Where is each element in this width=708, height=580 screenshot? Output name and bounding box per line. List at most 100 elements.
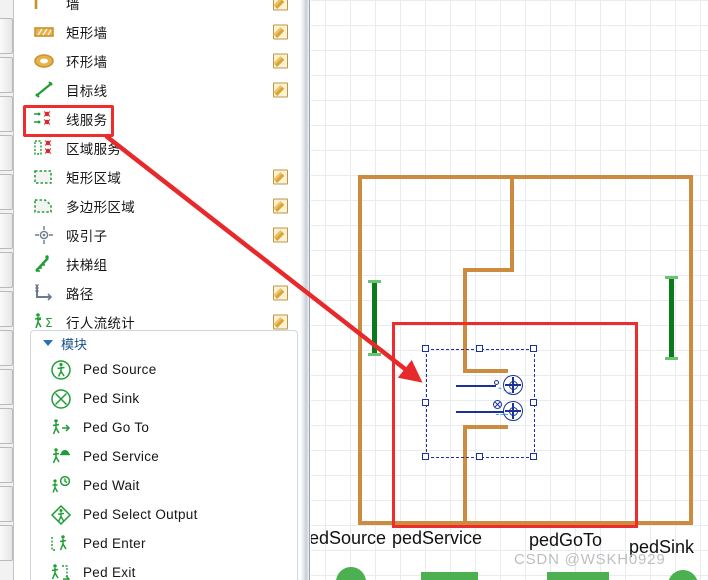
module-shape[interactable] [547, 572, 609, 580]
palette-item-2[interactable]: 环形墙 [14, 46, 300, 75]
module-item-label: Ped Exit [83, 565, 136, 580]
palette-item-4[interactable]: 线服务 [14, 104, 300, 137]
edit-pencil-icon[interactable] [273, 285, 288, 300]
module-shape[interactable] [336, 567, 366, 580]
line-service-icon [32, 108, 58, 130]
service-node-icon[interactable] [503, 401, 523, 421]
module-item-6[interactable]: Ped Enter [31, 529, 297, 558]
module-item-label: Ped Select Output [83, 507, 198, 522]
vertical-tab[interactable] [0, 174, 13, 210]
edit-pencil-icon[interactable] [273, 24, 288, 39]
edit-pencil-icon[interactable] [273, 169, 288, 184]
vertical-tab[interactable] [0, 330, 13, 366]
svg-text:Σ: Σ [45, 316, 53, 330]
vertical-tab[interactable] [0, 18, 13, 54]
module-shape[interactable] [421, 572, 478, 580]
module-item-0[interactable]: Ped Source [31, 355, 297, 384]
polygon-area-icon [32, 195, 58, 217]
wall-segment[interactable] [358, 175, 693, 179]
palette-item-label: 多边形区域 [66, 199, 135, 216]
resize-handle[interactable] [422, 453, 429, 460]
attractor-icon [32, 224, 58, 246]
resize-handle[interactable] [530, 345, 537, 352]
edit-pencil-icon[interactable] [273, 227, 288, 242]
edit-pencil-icon[interactable] [273, 198, 288, 213]
vertical-tab[interactable] [0, 57, 13, 93]
palette-item-label: 环形墙 [66, 54, 108, 71]
vertical-tab[interactable] [0, 525, 13, 561]
service-node-icon[interactable] [503, 375, 523, 395]
area-service-icon [32, 137, 58, 159]
canvas-content: edSource pedService pedGoTo pedSink CSDN… [311, 0, 708, 580]
module-item-2[interactable]: Ped Go To [31, 413, 297, 442]
edit-pencil-icon[interactable] [273, 314, 288, 329]
resize-handle[interactable] [530, 453, 537, 460]
module-group-box: 模块 Ped Source Ped Sink Ped Go To Ped Servic… [30, 330, 298, 580]
module-item-label: Ped Wait [83, 478, 140, 493]
ped-sink-icon [49, 388, 75, 410]
target-line[interactable] [368, 280, 381, 356]
resize-handle[interactable] [422, 345, 429, 352]
module-item-1[interactable]: Ped Sink [31, 384, 297, 413]
module-item-label: Ped Sink [83, 391, 140, 406]
vertical-tab[interactable] [0, 369, 13, 405]
service-exit-icon [493, 400, 502, 409]
ped-service-icon [49, 446, 75, 468]
vertical-tab[interactable] [0, 447, 13, 483]
resize-handle[interactable] [530, 399, 537, 406]
canvas-label: pedGoTo [529, 530, 603, 550]
left-tab-strip [0, 0, 14, 580]
vertical-tab[interactable] [0, 213, 13, 249]
palette-item-8[interactable]: 吸引子 [14, 220, 300, 249]
chevron-down-icon [43, 340, 53, 346]
service-connector [456, 411, 504, 413]
vertical-tab[interactable] [0, 135, 13, 171]
panel-splitter[interactable] [300, 0, 310, 580]
palette-item-6[interactable]: 矩形区域 [14, 162, 300, 191]
vertical-tab[interactable] [0, 486, 13, 522]
wall-icon [32, 0, 58, 14]
module-shape[interactable] [668, 570, 698, 580]
module-item-7[interactable]: Ped Exit [31, 558, 297, 580]
ped-source-icon [49, 359, 75, 381]
palette-item-5[interactable]: 区域服务 [14, 133, 300, 162]
resize-handle[interactable] [476, 345, 483, 352]
edit-pencil-icon[interactable] [273, 53, 288, 68]
vertical-tab[interactable] [0, 252, 13, 288]
module-item-list: Ped Source Ped Sink Ped Go To Ped Service Pe… [31, 355, 297, 580]
palette-item-9[interactable]: 扶梯组 [14, 249, 300, 278]
model-canvas[interactable]: edSource pedService pedGoTo pedSink CSDN… [311, 0, 708, 580]
palette-item-label: 路径 [66, 286, 94, 303]
wall-segment[interactable] [463, 268, 514, 272]
palette-item-3[interactable]: 目标线 [14, 75, 300, 104]
module-item-4[interactable]: Ped Wait [31, 471, 297, 500]
resize-handle[interactable] [422, 399, 429, 406]
resize-handle[interactable] [476, 453, 483, 460]
palette-item-1[interactable]: 矩形墙 [14, 17, 300, 46]
wall-segment[interactable] [689, 175, 693, 525]
ped-select-output-icon [49, 504, 75, 526]
palette-item-7[interactable]: 多边形区域 [14, 191, 300, 220]
edit-pencil-icon[interactable] [273, 0, 288, 10]
vertical-tab[interactable] [0, 96, 13, 132]
vertical-tab[interactable] [0, 291, 13, 327]
ped-exit-icon [49, 562, 75, 580]
edit-pencil-icon[interactable] [273, 82, 288, 97]
module-item-3[interactable]: Ped Service [31, 442, 297, 471]
canvas-label: edSource [311, 528, 387, 548]
vertical-tab[interactable] [0, 408, 13, 444]
palette-item-0[interactable]: 墙 [14, 0, 300, 17]
ped-goto-icon [49, 417, 75, 439]
module-item-label: Ped Source [83, 362, 157, 377]
path-icon [32, 282, 58, 304]
application-window: 墙矩形墙 环形墙 目标线 线服务 区域服务 矩形区域 多边形区域 吸引子 扶梯组 路径 Σ 行人流统计… [0, 0, 708, 580]
palette-item-label: 线服务 [66, 112, 108, 129]
target-line[interactable] [665, 276, 678, 360]
service-port-dot [494, 380, 499, 385]
palette-item-label: 扶梯组 [66, 257, 108, 274]
wall-segment[interactable] [510, 175, 514, 272]
module-group-header[interactable]: 模块 [31, 331, 297, 355]
wall-segment[interactable] [358, 175, 362, 525]
palette-item-10[interactable]: 路径 [14, 278, 300, 307]
module-item-5[interactable]: Ped Select Output [31, 500, 297, 529]
